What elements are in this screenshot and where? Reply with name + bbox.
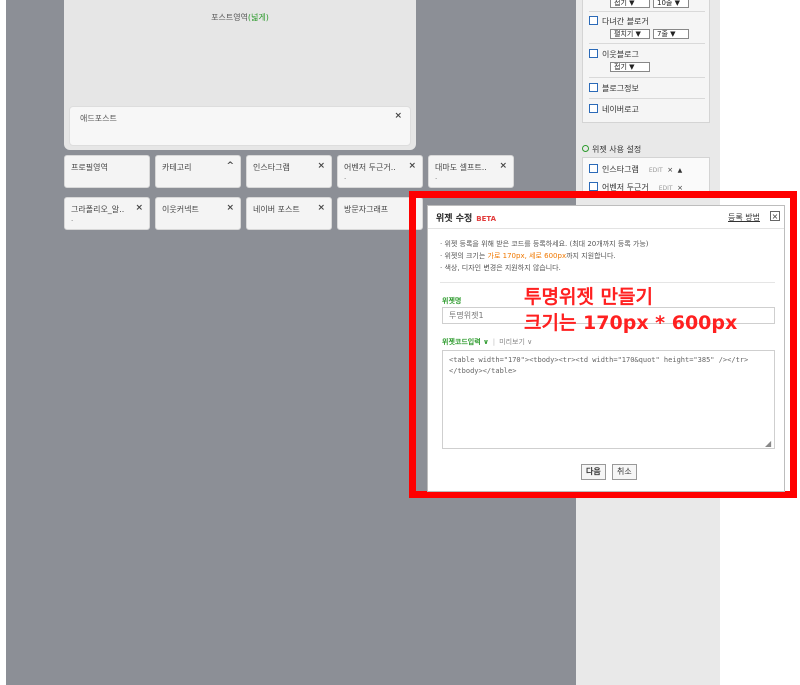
resize-grip-icon[interactable]: ◢	[765, 439, 771, 448]
cancel-button[interactable]: 취소	[612, 464, 637, 480]
annotation-size: 크기는 170px * 600px	[524, 312, 738, 334]
tab-separator: |	[492, 338, 496, 346]
fold-select[interactable]: 펼치기 ▼	[610, 29, 650, 39]
annotation-title: 투명위젯 만들기	[524, 286, 653, 308]
bullet-icon	[582, 145, 589, 152]
divider	[589, 77, 705, 78]
widget-label: 카테고리	[162, 163, 192, 172]
close-icon[interactable]: ×	[317, 161, 325, 171]
widget-instagram[interactable]: 인스타그램 ×	[246, 155, 332, 188]
close-icon[interactable]: ×	[317, 203, 325, 213]
divider	[589, 43, 705, 44]
next-button[interactable]: 다음	[581, 464, 606, 480]
widget-sub-dot: .	[344, 173, 347, 181]
dialog-title: 위젯 수정 BETA	[436, 214, 497, 224]
divider	[589, 11, 705, 12]
lines-select[interactable]: 10줄 ▼	[653, 0, 689, 8]
checkbox[interactable]	[589, 104, 598, 113]
widget-sub-dot: .	[71, 215, 74, 223]
checkbox[interactable]	[589, 83, 598, 92]
sidebar-item-visitors[interactable]: 다녀간 블로거	[589, 16, 649, 27]
widget-settings-title: 위젯 사용 설정	[582, 144, 641, 155]
checkbox[interactable]	[589, 164, 598, 173]
widget-label: 프로필영역	[71, 163, 108, 172]
widget-label: 그라폴리오_알..	[71, 205, 125, 214]
widget-tamado[interactable]: 대마도 셀프트.. . ×	[428, 155, 514, 188]
chevron-up-icon[interactable]: ^	[226, 161, 234, 171]
checkbox[interactable]	[589, 16, 598, 25]
sidebar-widget-list: 접기 ▼ 10줄 ▼ 다녀간 블로거 펼치기 ▼ 7줄 ▼ 이웃블로그 접기 ▼…	[582, 0, 710, 123]
widget-label: 인스타그램	[253, 163, 290, 172]
close-icon[interactable]: ×	[135, 203, 143, 213]
widget-label: 어벤저 두근거..	[344, 163, 396, 172]
edit-link[interactable]: EDIT	[649, 167, 663, 174]
sidebar-item-naver-logo[interactable]: 네이버로고	[589, 104, 639, 115]
code-tabs: 위젯코드입력 ∨ | 미리보기 ∨	[442, 337, 532, 347]
addpost-widget[interactable]: 애드포스트 ×	[69, 106, 411, 146]
widget-label: 방문자그래프	[344, 205, 389, 214]
dialog-description: · 색상, 디자인 변경은 지원하지 않습니다.	[440, 264, 561, 272]
widget-evangel[interactable]: 어벤저 두근거.. . ×	[337, 155, 423, 188]
widget-sub-dot: .	[435, 173, 438, 181]
sidebar-item-neighbor-blog[interactable]: 이웃블로그	[589, 49, 639, 60]
widget-edit-dialog: 위젯 수정 BETA 등록 방법 × · 위젯 등록을 위해 받은 코드를 등록하…	[427, 205, 785, 492]
divider	[589, 98, 705, 99]
dialog-header: 위젯 수정 BETA 등록 방법 ×	[428, 206, 784, 229]
tab-preview[interactable]: 미리보기 ∨	[499, 338, 532, 346]
close-icon[interactable]: ×	[667, 166, 673, 174]
close-icon[interactable]: ×	[770, 211, 780, 221]
widget-code-textarea[interactable]: <table width="170"><tbody><tr><td width=…	[442, 350, 775, 449]
dialog-description: · 위젯 등록을 위해 받은 코드를 등록하세요. (최대 20개까지 등록 가…	[440, 240, 649, 248]
widget-profile[interactable]: 프로필영역	[64, 155, 150, 188]
dialog-description-size: · 위젯의 크기는 가로 170px, 세로 600px까지 지원합니다.	[440, 252, 616, 260]
arrow-up-icon[interactable]: ▲	[678, 167, 683, 174]
checkbox[interactable]	[589, 182, 598, 191]
fold-select[interactable]: 접기 ▼	[610, 62, 650, 72]
widget-category[interactable]: 카테고리 ^	[155, 155, 241, 188]
widget-name-label: 위젯명	[442, 297, 462, 305]
post-area-caption: 포스트영역(넓게)	[211, 13, 269, 22]
fold-select[interactable]: 접기 ▼	[610, 0, 650, 8]
close-icon[interactable]: ×	[226, 203, 234, 213]
beta-badge: BETA	[476, 215, 497, 223]
settings-item-instagram[interactable]: 인스타그램 EDIT × ▲	[589, 164, 682, 175]
widget-neighbor[interactable]: 이웃커넥트 ×	[155, 197, 241, 230]
close-icon[interactable]: ×	[408, 161, 416, 171]
widget-label: 대마도 셀프트..	[435, 163, 487, 172]
widget-gallery[interactable]: 그라폴리오_알.. . ×	[64, 197, 150, 230]
help-link[interactable]: 등록 방법	[728, 212, 760, 223]
tab-code-input[interactable]: 위젯코드입력 ∨	[442, 338, 489, 346]
lines-select[interactable]: 7줄 ▼	[653, 29, 689, 39]
sidebar-item-blog-info[interactable]: 블로그정보	[589, 83, 639, 94]
close-icon[interactable]: ×	[394, 111, 402, 121]
widget-label: 이웃커넥트	[162, 205, 199, 214]
addpost-label: 애드포스트	[80, 114, 117, 123]
checkbox[interactable]	[589, 49, 598, 58]
widget-label: 네이버 포스트	[253, 205, 300, 214]
close-icon[interactable]: ×	[499, 161, 507, 171]
widget-settings-list: 인스타그램 EDIT × ▲ 어벤저 두근거 EDIT ×	[582, 157, 710, 193]
widget-naver-post[interactable]: 네이버 포스트 ×	[246, 197, 332, 230]
